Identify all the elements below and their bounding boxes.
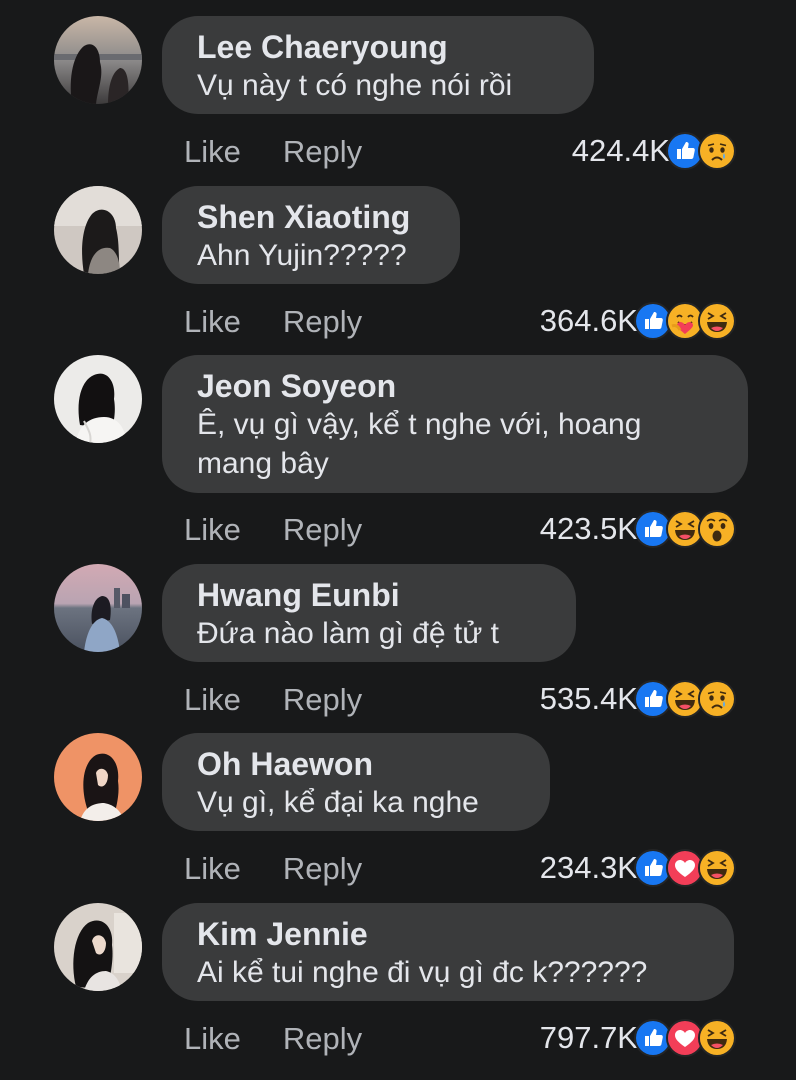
avatar[interactable] <box>54 733 142 821</box>
reaction-count: 797.7K <box>539 1020 638 1055</box>
like-button[interactable]: Like <box>184 851 241 886</box>
reaction-count: 234.3K <box>539 850 638 885</box>
reaction-count: 364.6K <box>539 303 638 338</box>
avatar[interactable] <box>54 16 142 104</box>
comment-text: Vụ này t có nghe nói rồi <box>197 69 513 102</box>
comment-text: Đứa nào làm gì đệ tử t <box>197 617 499 650</box>
comment-author[interactable]: Oh Haewon <box>197 745 516 783</box>
avatar[interactable] <box>54 355 142 443</box>
reply-button[interactable]: Reply <box>283 304 362 339</box>
haha-icon <box>698 849 736 887</box>
reaction-summary[interactable]: 797.7K <box>540 1019 736 1057</box>
comment-actions: Like Reply <box>184 512 362 548</box>
comment-item: Oh Haewon Vụ gì, kể đại ka nghe Like Repl… <box>0 733 796 893</box>
reply-button[interactable]: Reply <box>283 1021 362 1056</box>
reaction-summary[interactable]: 364.6K <box>540 302 736 340</box>
comment-item: Shen Xiaoting Ahn Yujin????? Like Reply 3… <box>0 186 796 346</box>
comment-author[interactable]: Shen Xiaoting <box>197 198 426 236</box>
comment-author[interactable]: Kim Jennie <box>197 915 700 953</box>
comment-actions: Like Reply <box>184 1021 362 1057</box>
comment-actions: Like Reply <box>184 304 362 340</box>
reaction-summary[interactable]: 424.4K <box>572 132 736 170</box>
like-button[interactable]: Like <box>184 134 241 169</box>
reaction-summary[interactable]: 234.3K <box>540 849 736 887</box>
reply-button[interactable]: Reply <box>283 512 362 547</box>
comment-item: Kim Jennie Ai kể tui nghe đi vụ gì đc k?… <box>0 903 796 1073</box>
like-button[interactable]: Like <box>184 1021 241 1056</box>
comment-bubble: Oh Haewon Vụ gì, kể đại ka nghe <box>162 733 550 831</box>
avatar[interactable] <box>54 186 142 274</box>
comment-bubble: Lee Chaeryoung Vụ này t có nghe nói rồi <box>162 16 594 114</box>
wow-icon <box>698 510 736 548</box>
sad-icon <box>698 132 736 170</box>
sad-icon <box>698 680 736 718</box>
reaction-summary[interactable]: 535.4K <box>540 680 736 718</box>
comment-author[interactable]: Jeon Soyeon <box>197 367 714 405</box>
comment-item: Lee Chaeryoung Vụ này t có nghe nói rồi … <box>0 16 796 176</box>
comment-item: Jeon Soyeon Ê, vụ gì vậy, kể t nghe với,… <box>0 355 796 555</box>
like-button[interactable]: Like <box>184 304 241 339</box>
reply-button[interactable]: Reply <box>283 682 362 717</box>
reaction-count: 423.5K <box>539 511 638 546</box>
reaction-summary[interactable]: 423.5K <box>540 510 736 548</box>
comment-actions: Like Reply <box>184 134 362 170</box>
comment-text: Ê, vụ gì vậy, kể t nghe với, hoang mang … <box>197 408 642 480</box>
reply-button[interactable]: Reply <box>283 851 362 886</box>
reply-button[interactable]: Reply <box>283 134 362 169</box>
comment-author[interactable]: Lee Chaeryoung <box>197 28 560 66</box>
like-button[interactable]: Like <box>184 682 241 717</box>
comment-item: Hwang Eunbi Đứa nào làm gì đệ tử t Like R… <box>0 564 796 724</box>
avatar[interactable] <box>54 564 142 652</box>
comment-bubble: Kim Jennie Ai kể tui nghe đi vụ gì đc k?… <box>162 903 734 1001</box>
reaction-count: 424.4K <box>571 133 670 168</box>
comment-text: Ahn Yujin????? <box>197 239 407 272</box>
comment-text: Vụ gì, kể đại ka nghe <box>197 786 479 819</box>
comment-actions: Like Reply <box>184 851 362 887</box>
comment-bubble: Shen Xiaoting Ahn Yujin????? <box>162 186 460 284</box>
comment-bubble: Jeon Soyeon Ê, vụ gì vậy, kể t nghe với,… <box>162 355 748 493</box>
like-button[interactable]: Like <box>184 512 241 547</box>
reaction-count: 535.4K <box>539 681 638 716</box>
comment-author[interactable]: Hwang Eunbi <box>197 576 542 614</box>
comment-thread: Lee Chaeryoung Vụ này t có nghe nói rồi … <box>0 0 796 1080</box>
comment-bubble: Hwang Eunbi Đứa nào làm gì đệ tử t <box>162 564 576 662</box>
comment-actions: Like Reply <box>184 682 362 718</box>
avatar[interactable] <box>54 903 142 991</box>
haha-icon <box>698 1019 736 1057</box>
comment-text: Ai kể tui nghe đi vụ gì đc k?????? <box>197 956 648 989</box>
haha-icon <box>698 302 736 340</box>
